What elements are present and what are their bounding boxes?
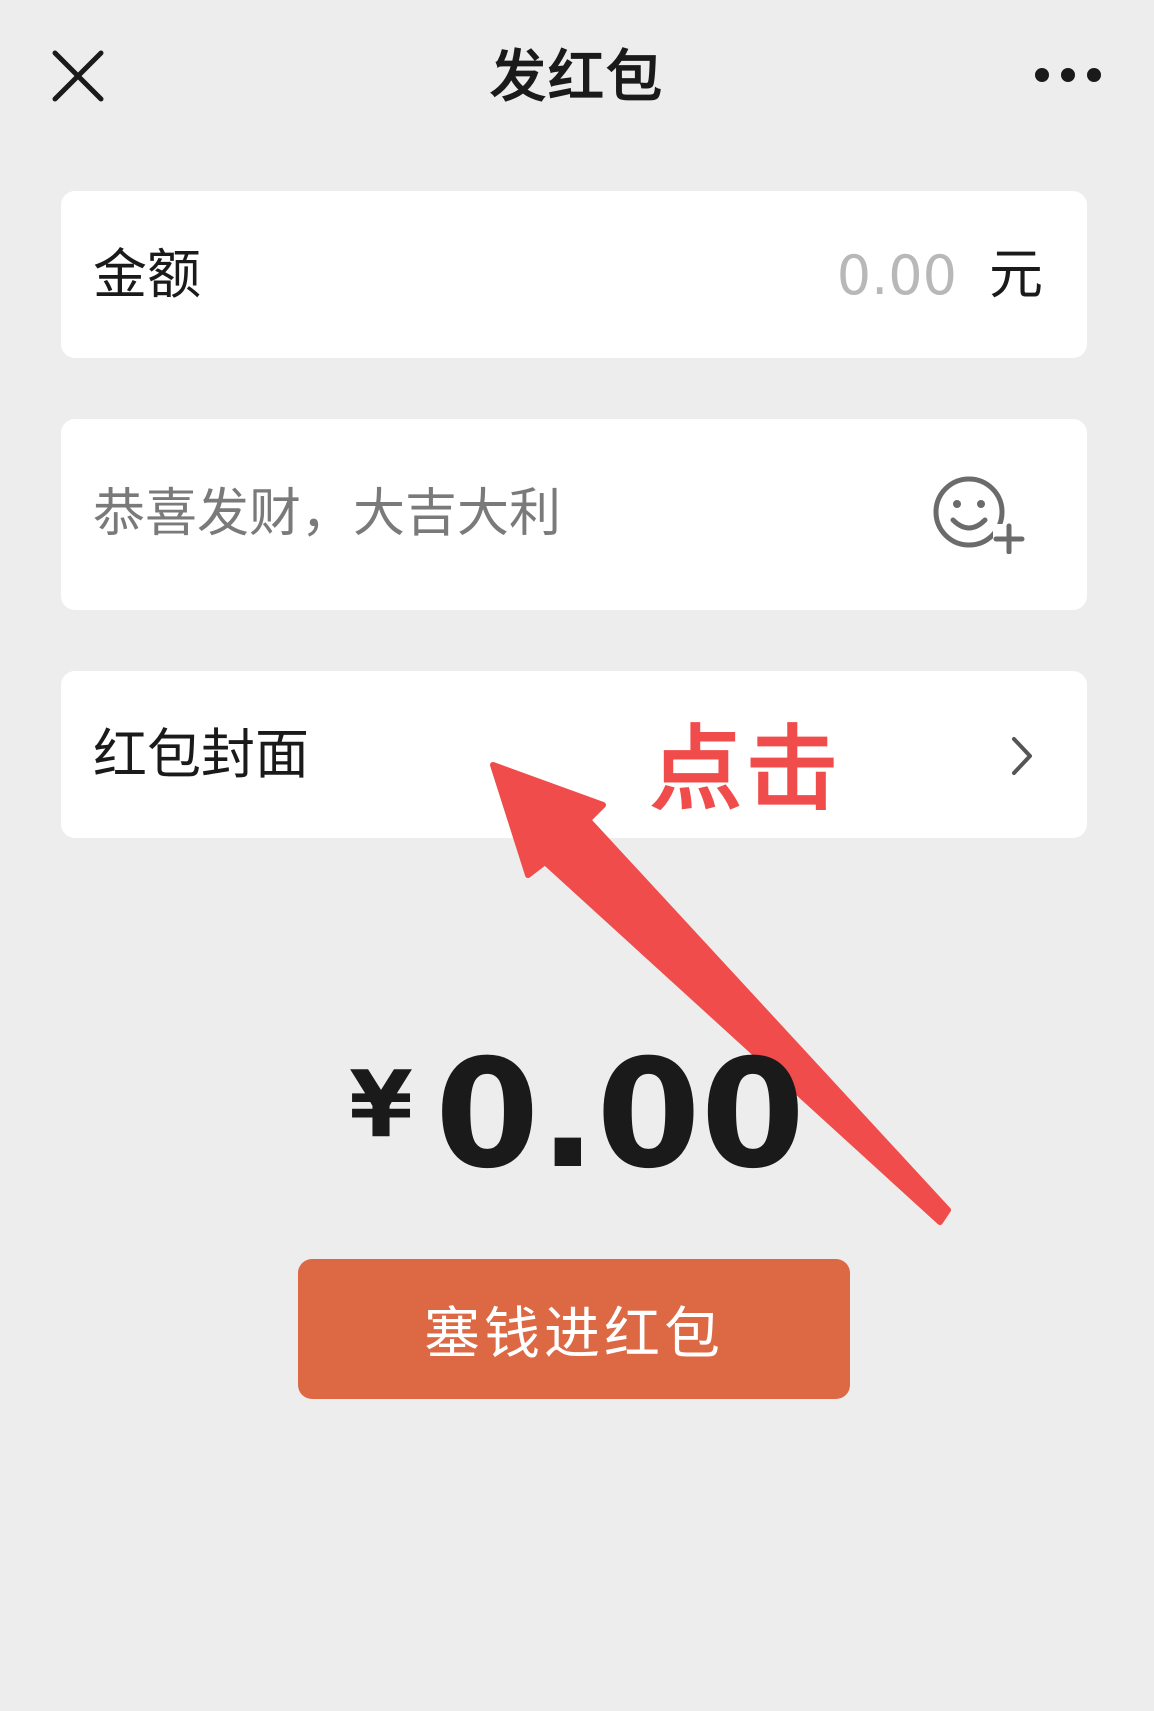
send-red-packet-page: 发红包 金额 元 红包封面	[0, 0, 1154, 1711]
put-money-button[interactable]: 塞钱进红包	[298, 1259, 850, 1399]
total-amount-value: 0.00	[434, 1028, 806, 1202]
emoji-add-icon[interactable]	[931, 474, 1027, 555]
total-amount: ¥0.00	[0, 1030, 1154, 1200]
amount-label: 金额	[93, 243, 201, 306]
red-packet-cover-row[interactable]: 红包封面	[61, 671, 1087, 838]
greeting-card	[61, 419, 1087, 610]
amount-card: 金额 元	[61, 191, 1087, 358]
greeting-input[interactable]	[93, 474, 913, 554]
page-title: 发红包	[490, 45, 664, 110]
currency-symbol: ¥	[348, 1051, 413, 1158]
amount-unit: 元	[989, 243, 1043, 306]
chevron-right-icon	[1010, 735, 1034, 777]
cover-label: 红包封面	[93, 723, 309, 786]
annotation-label: 点击	[650, 716, 843, 823]
amount-input[interactable]	[657, 235, 957, 315]
more-icon[interactable]	[1032, 60, 1104, 90]
